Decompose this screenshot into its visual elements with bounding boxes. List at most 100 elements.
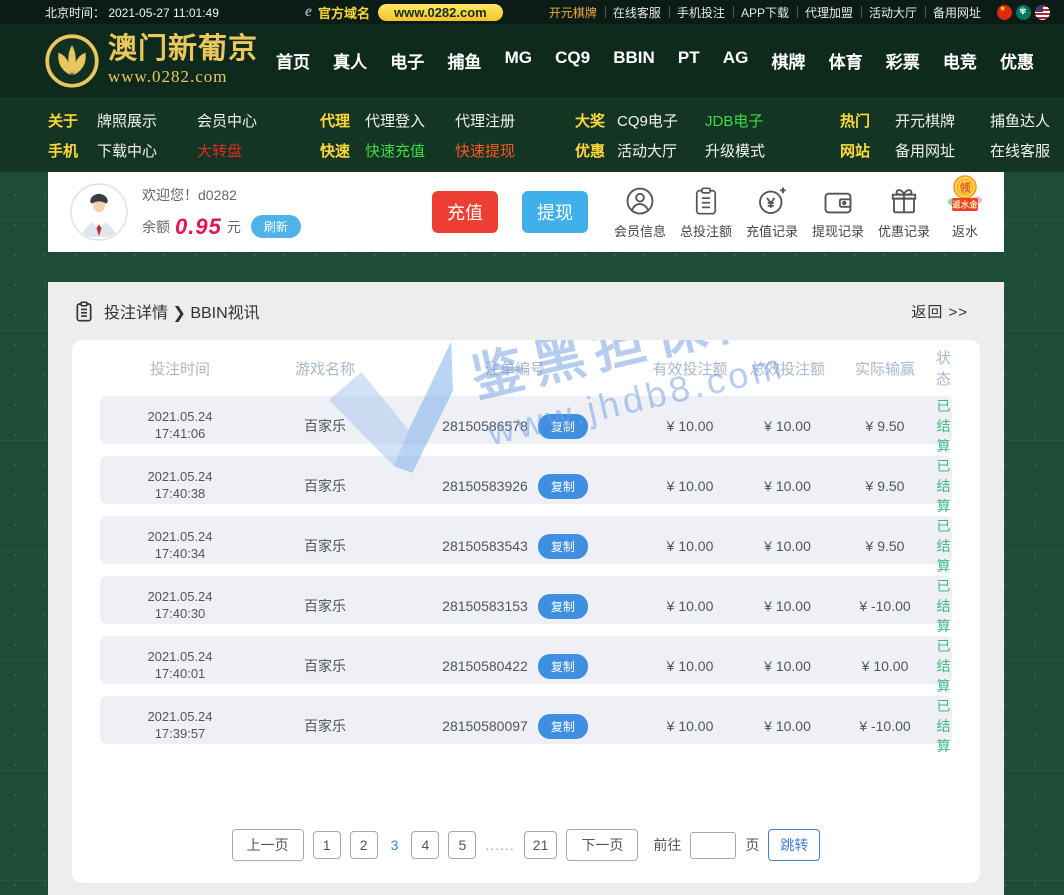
page-button-21[interactable]: 21	[523, 831, 558, 859]
copy-button[interactable]: 复制	[537, 713, 588, 739]
quick-promo-records[interactable]: 优惠记录	[878, 184, 930, 240]
order-id: 28150583153	[442, 598, 528, 614]
subnav-license[interactable]: 牌照展示	[97, 110, 197, 131]
quick-total-bets[interactable]: 总投注额	[680, 184, 732, 240]
copy-button[interactable]: 复制	[537, 473, 588, 499]
subnav-activity-hall[interactable]: 活动大厅	[617, 140, 705, 161]
site-logo[interactable]: 澳门新葡京 www.0282.com	[44, 33, 258, 89]
welcome-text: 欢迎您！d0282	[142, 186, 237, 203]
subnav-jdb[interactable]: JDB电子	[705, 110, 840, 131]
subnav-fishing-master[interactable]: 捕鱼达人	[990, 110, 1064, 131]
copy-button[interactable]: 复制	[537, 413, 588, 439]
nav-chess[interactable]: 棋牌	[771, 48, 805, 73]
page-button-2[interactable]: 2	[349, 831, 378, 859]
total-bets-icon	[692, 184, 720, 216]
prev-page-button[interactable]: 上一页	[231, 829, 304, 861]
bet-time: 2021.05.24 17:39:57	[147, 709, 213, 741]
page-button-5[interactable]: 5	[448, 831, 477, 859]
subnav-upgrade-mode[interactable]: 升级模式	[705, 140, 840, 161]
logo-title: 澳门新葡京	[108, 32, 259, 65]
rebate-badge-text: 返水金	[952, 200, 978, 210]
order-id: 28150583926	[442, 478, 528, 494]
sub-navbar: 关于 牌照展示 会员中心 代理 代理登入 代理注册 大奖 CQ9电子 JDB电子…	[0, 97, 1064, 172]
rebate-icon: 领 返水金	[944, 175, 986, 216]
copy-button[interactable]: 复制	[537, 533, 588, 559]
quick-withdraw-records[interactable]: 提现记录	[812, 184, 864, 240]
svg-text:领: 领	[959, 181, 971, 195]
subnav-download[interactable]: 下载中心	[97, 140, 197, 161]
total-bet: ¥ 10.00	[764, 658, 811, 674]
subnav-wheel[interactable]: 大转盘	[197, 140, 320, 161]
nav-slots[interactable]: 电子	[390, 48, 424, 73]
top-link-kaiyuan[interactable]: 开元棋牌	[541, 4, 606, 21]
top-link-app[interactable]: APP下载	[733, 4, 798, 21]
total-bet: ¥ 10.00	[764, 538, 811, 554]
top-link-backup-url[interactable]: 备用网址	[925, 4, 989, 21]
china-flag-icon[interactable]	[997, 4, 1012, 20]
subnav-quick-deposit[interactable]: 快速充值	[365, 140, 455, 161]
nav-live[interactable]: 真人	[333, 48, 367, 73]
subnav-backup-url[interactable]: 备用网址	[895, 140, 990, 161]
nav-pt[interactable]: PT	[678, 48, 700, 73]
top-link-agent[interactable]: 代理加盟	[797, 4, 862, 21]
game-name: 百家乐	[304, 598, 346, 614]
nav-fishing[interactable]: 捕鱼	[447, 48, 481, 73]
nav-promo[interactable]: 优惠	[1000, 48, 1034, 73]
table-row: 2021.05.24 17:41:06 百家乐 28150586578 复制 ¥ 1…	[100, 396, 952, 454]
order-id: 28150580422	[442, 658, 528, 674]
balance-unit: 元	[226, 218, 241, 235]
subnav-quick-withdraw[interactable]: 快速提现	[455, 140, 575, 161]
nav-lottery[interactable]: 彩票	[886, 48, 920, 73]
subnav-member-center[interactable]: 会员中心	[197, 110, 320, 131]
macau-flag-icon[interactable]	[1016, 4, 1031, 20]
status-badge: 已结算	[936, 518, 951, 574]
top-link-mobile-bet[interactable]: 手机投注	[669, 4, 734, 21]
order-id: 28150586578	[442, 418, 528, 434]
refresh-balance-button[interactable]: 刷新	[250, 215, 301, 238]
page-button-1[interactable]: 1	[312, 831, 341, 859]
top-link-service[interactable]: 在线客服	[605, 4, 670, 21]
col-bet-time: 投注时间	[149, 360, 210, 378]
withdraw-button[interactable]: 提现	[522, 191, 588, 233]
breadcrumb-section[interactable]: 投注详情	[104, 305, 168, 322]
nav-cq9[interactable]: CQ9	[555, 48, 590, 73]
col-valid-bet: 有效投注额	[652, 360, 728, 378]
win-loss: ¥ 9.50	[865, 538, 905, 554]
page-number-input[interactable]	[690, 831, 737, 859]
usa-flag-icon[interactable]	[1035, 4, 1050, 20]
nav-home[interactable]: 首页	[276, 48, 310, 73]
official-domain-pill[interactable]: www.0282.com	[378, 3, 503, 21]
bets-table-card: 投注时间 游戏名称 注单编号 有效投注额 总效投注额 实际输赢 状态 2021.…	[72, 340, 980, 883]
jump-button[interactable]: 跳转	[768, 829, 821, 861]
nav-ag[interactable]: AG	[723, 48, 749, 73]
subnav-cq9[interactable]: CQ9电子	[617, 110, 705, 131]
subnav-label-agent: 代理	[320, 112, 351, 130]
quick-member-info[interactable]: 会员信息	[614, 184, 666, 240]
page-ellipsis: ......	[485, 837, 515, 853]
next-page-button[interactable]: 下一页	[566, 829, 639, 861]
win-loss: ¥ 9.50	[865, 418, 905, 434]
top-link-activity[interactable]: 活动大厅	[861, 4, 927, 21]
copy-button[interactable]: 复制	[537, 653, 588, 679]
bet-time: 2021.05.24 17:40:38	[147, 469, 213, 501]
page-button-4[interactable]: 4	[411, 831, 440, 859]
nav-esports[interactable]: 电竞	[943, 48, 977, 73]
logo-domain: www.0282.com	[108, 66, 228, 86]
nav-bbin[interactable]: BBIN	[613, 48, 655, 73]
nav-mg[interactable]: MG	[505, 48, 532, 73]
promo-records-icon	[889, 184, 919, 216]
nav-sports[interactable]: 体育	[829, 48, 863, 73]
subnav-label-jackpot: 大奖	[575, 112, 606, 130]
back-link[interactable]: 返回 >>	[911, 301, 968, 322]
subnav-agent-login[interactable]: 代理登入	[365, 110, 455, 131]
subnav-online-service[interactable]: 在线客服	[990, 140, 1064, 161]
deposit-button[interactable]: 充值	[432, 191, 498, 233]
copy-button[interactable]: 复制	[537, 593, 588, 619]
subnav-agent-register[interactable]: 代理注册	[455, 110, 575, 131]
quick-deposit-records[interactable]: 充值记录	[746, 184, 798, 240]
order-id: 28150580097	[442, 718, 528, 734]
subnav-kaiyuan-chess[interactable]: 开元棋牌	[895, 110, 990, 131]
quick-rebate[interactable]: 领 返水金 返水	[944, 175, 986, 240]
language-flags	[997, 4, 1050, 20]
breadcrumb-separator: ❯	[172, 305, 186, 322]
